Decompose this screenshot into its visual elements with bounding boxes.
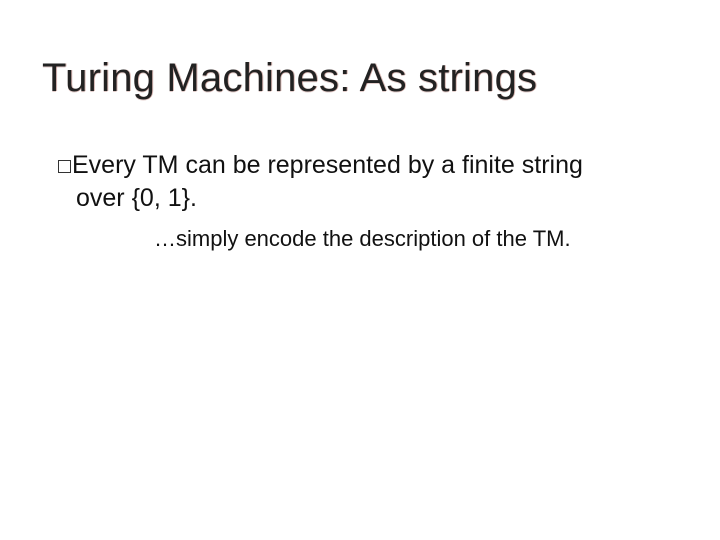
slide-title: Turing Machines: As strings bbox=[42, 56, 537, 101]
bullet-line-1: Every TM can be represented by a finite … bbox=[72, 151, 583, 179]
square-bullet-icon bbox=[58, 160, 71, 173]
body-text: Every TM can be represented by a finite … bbox=[58, 150, 658, 215]
slide: Turing Machines: As strings Every TM can… bbox=[0, 0, 720, 540]
subnote-text: …simply encode the description of the TM… bbox=[154, 226, 674, 252]
bullet-item: Every TM can be represented by a finite … bbox=[58, 150, 658, 181]
bullet-line-2: over {0, 1}. bbox=[76, 183, 658, 214]
